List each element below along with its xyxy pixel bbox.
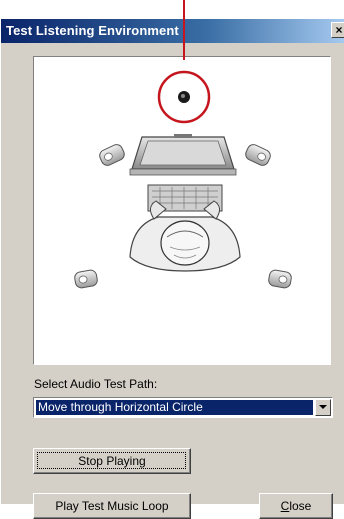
stop-playing-button[interactable]: Stop Playing <box>33 448 191 474</box>
play-test-music-loop-label: Play Test Music Loop <box>55 499 169 513</box>
front-right-speaker-icon[interactable] <box>244 143 273 168</box>
play-test-music-loop-button[interactable]: Play Test Music Loop <box>33 493 191 519</box>
rear-right-speaker-icon[interactable] <box>268 269 292 289</box>
audio-test-path-value[interactable]: Move through Horizontal Circle <box>36 400 313 415</box>
rear-left-speaker-icon[interactable] <box>74 269 98 289</box>
test-listening-environment-dialog: Test Listening Environment × Select Audi… <box>0 18 344 519</box>
monitor-icon <box>129 134 237 176</box>
front-left-speaker-icon[interactable] <box>98 143 127 168</box>
title-close-button[interactable]: × <box>331 22 344 38</box>
close-button[interactable]: Close <box>259 493 333 519</box>
window-title: Test Listening Environment <box>6 23 179 38</box>
annotation-pointer-line <box>183 0 185 60</box>
audio-test-path-select[interactable]: Move through Horizontal Circle <box>33 397 333 418</box>
speaker-layout-illustration <box>74 70 292 289</box>
close-label-rest: lose <box>289 499 312 513</box>
chevron-down-icon[interactable] <box>315 399 331 416</box>
audio-test-path-label: Select Audio Test Path: <box>34 377 158 391</box>
speaker-layout-scene <box>33 56 331 365</box>
front-center-speaker-icon[interactable] <box>178 91 190 103</box>
title-bar: Test Listening Environment × <box>1 19 344 43</box>
focus-rectangle <box>37 452 186 469</box>
